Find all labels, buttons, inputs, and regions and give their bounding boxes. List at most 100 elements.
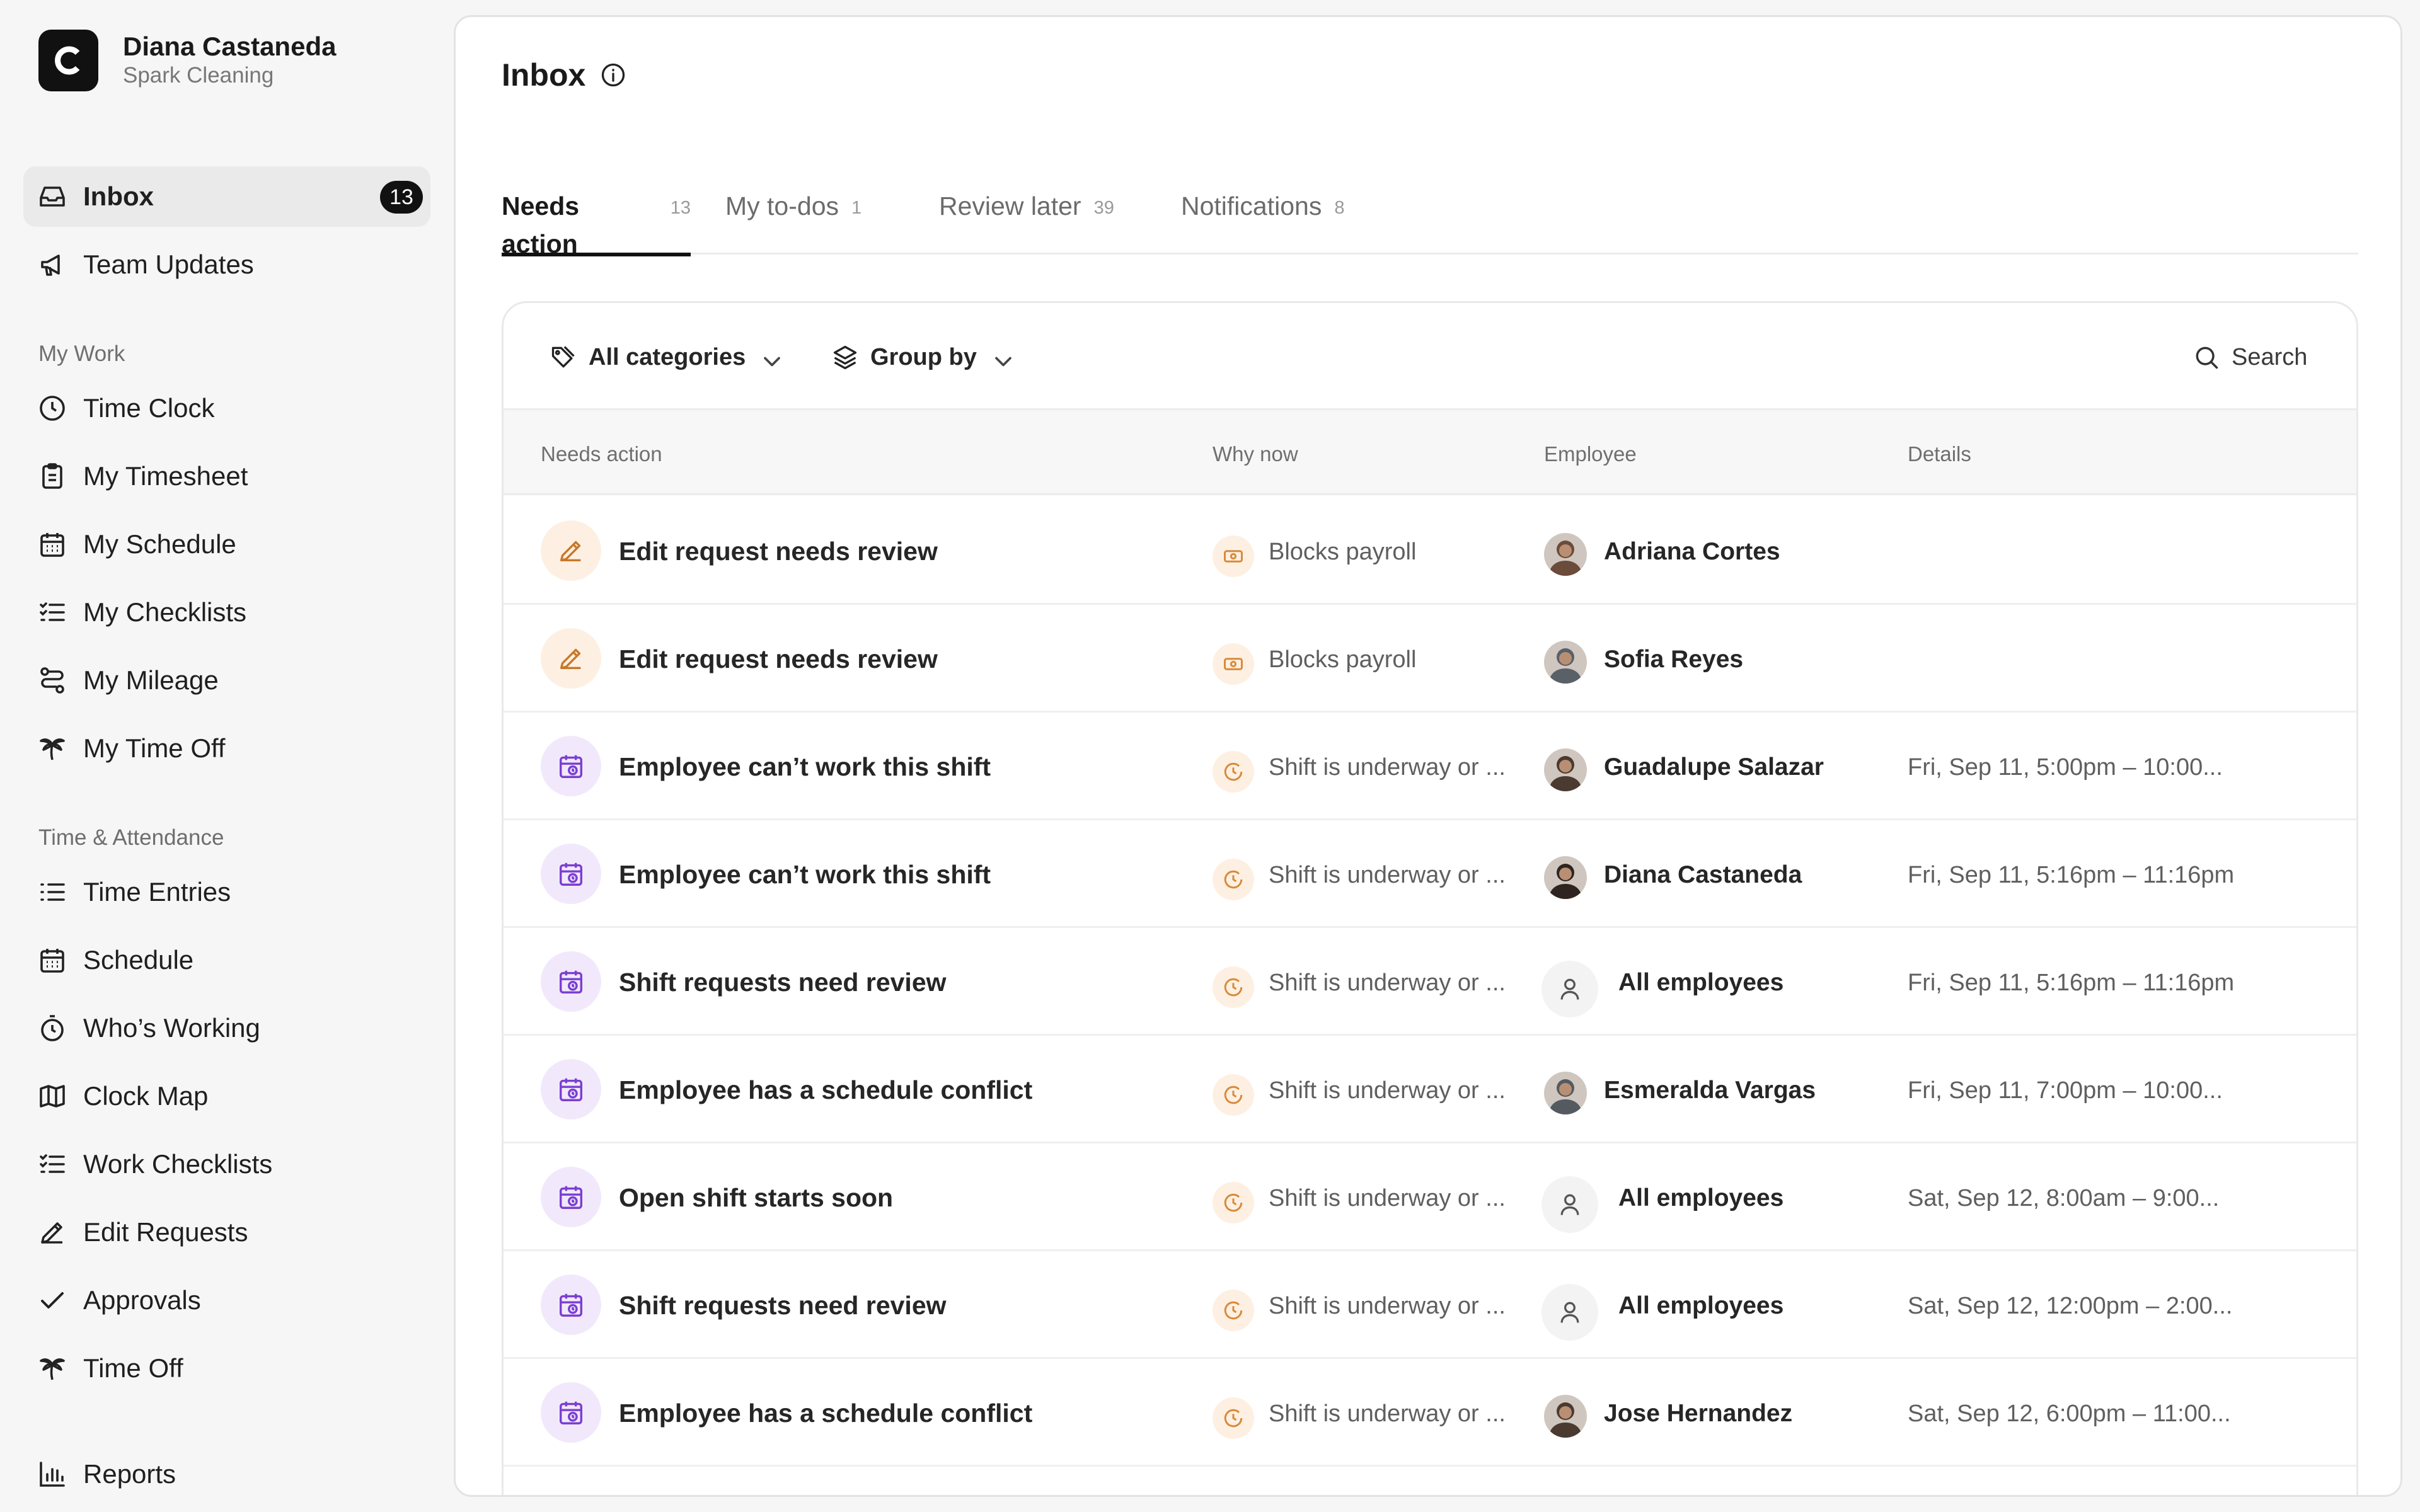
table-toolbar: All categories Group by Search [504,303,2356,410]
user-icon [1541,1284,1598,1341]
sidebar-item-approvals[interactable]: Approvals [23,1270,430,1331]
calendar-icon [37,945,67,975]
calendar-clock-icon [541,951,601,1012]
avatar [1544,533,1587,576]
tab-label: Needs action [502,192,580,258]
sidebar-item-work-checklists[interactable]: Work Checklists [23,1134,430,1194]
clock-icon [1213,751,1254,793]
avatar [1544,856,1587,899]
page-title: Inbox [502,57,586,93]
palm-tree-icon [37,733,67,764]
categories-filter-button[interactable]: All categories [550,338,781,376]
why-now-text: Shift is underway or ... [1269,970,1506,996]
employee-name: All employees [1618,1292,1784,1319]
route-icon [37,665,67,696]
group-by-button[interactable]: Group by [831,338,1011,376]
bar-chart-icon [37,1459,67,1489]
account-switcher[interactable]: Diana Castaneda Spark Cleaning [38,30,336,91]
money-icon [1213,643,1254,685]
checkmark-icon [37,1285,67,1315]
why-now-text: Shift is underway or ... [1269,1293,1506,1319]
clock-icon [1213,1290,1254,1331]
sidebar-item-team-updates[interactable]: Team Updates [23,234,430,295]
table-row[interactable]: Employee can’t work this shift Shift is u… [504,820,2356,928]
sidebar-item-label: My Mileage [83,665,219,695]
sidebar-item-label: Approvals [83,1285,201,1315]
table-row[interactable]: Employee has a schedule conflict Shift is… [504,1036,2356,1143]
main-panel: Inbox Needs action 13 My to-dos 1 Review… [454,15,2402,1497]
action-label: Open shift starts soon [619,1183,894,1212]
inbox-icon [37,181,67,212]
clock-icon [1213,1397,1254,1439]
table-row[interactable]: Edit request needs review Blocks payroll S… [504,605,2356,713]
sidebar-item-clock-map[interactable]: Clock Map [23,1066,430,1126]
sidebar-item-label: Clock Map [83,1081,209,1111]
tab-my-todos[interactable]: My to-dos 1 [725,187,861,255]
tab-needs-action[interactable]: Needs action 13 [502,187,691,258]
sidebar-item-whos-working[interactable]: Who’s Working [23,998,430,1058]
avatar [1544,641,1587,684]
sidebar-item-time-off[interactable]: Time Off [23,1338,430,1399]
tab-notifications[interactable]: Notifications 8 [1181,187,1344,255]
table-row[interactable]: Edit request needs review Blocks payroll A… [504,497,2356,605]
sidebar-item-reports[interactable]: Reports [23,1444,430,1504]
tab-count: 39 [1093,198,1114,218]
action-label: Employee can’t work this shift [619,752,991,781]
table-row[interactable]: Open shift starts soon Shift is underway … [504,1143,2356,1251]
tab-count: 8 [1334,198,1345,218]
clock-icon [1213,1074,1254,1116]
sidebar-item-my-schedule[interactable]: My Schedule [23,514,430,575]
table-row[interactable]: Employee can’t work this shift Shift is u… [504,713,2356,820]
tab-label: My to-dos [725,192,839,220]
employee-name: Adriana Cortes [1604,538,1780,565]
table-row[interactable]: Employee has a schedule conflict Shift is… [504,1359,2356,1467]
table-row[interactable]: Shift requests need review Shift is under… [504,1251,2356,1359]
employee-name: Guadalupe Salazar [1604,753,1824,781]
clock-icon [37,393,67,423]
details-text: Sat, Sep 12, 12:00pm – 2:00... [1908,1293,2233,1319]
table-header: Needs action Why now Employee Details [504,410,2356,495]
tab-review-later[interactable]: Review later 39 [939,187,1114,255]
pencil-icon [37,1217,67,1247]
sidebar-item-label: My Checklists [83,597,247,627]
layers-icon [831,343,859,371]
info-icon[interactable] [599,61,627,89]
sidebar-item-my-mileage[interactable]: My Mileage [23,650,430,711]
search-label: Search [2232,343,2308,370]
action-label: Employee has a schedule conflict [619,1399,1033,1428]
action-label: Shift requests need review [619,968,947,997]
why-now-text: Shift is underway or ... [1269,754,1506,781]
sidebar-item-my-timesheet[interactable]: My Timesheet [23,446,430,507]
why-now-text: Blocks payroll [1269,539,1417,565]
sidebar-item-label: Work Checklists [83,1149,273,1179]
sidebar-item-edit-requests[interactable]: Edit Requests [23,1202,430,1263]
column-header-details: Details [1908,442,1971,466]
table-row[interactable]: Shift requests need review Shift is under… [504,928,2356,1036]
sidebar-item-schedule[interactable]: Schedule [23,930,430,990]
checklist-icon [37,597,67,627]
sidebar-item-label: My Time Off [83,733,226,763]
action-label: Employee has a schedule conflict [619,1075,1033,1104]
company-name: Spark Cleaning [123,63,274,88]
sidebar-item-my-checklists[interactable]: My Checklists [23,582,430,643]
why-now-text: Shift is underway or ... [1269,1077,1506,1104]
chevron-down-icon [989,348,1011,367]
why-now-text: Shift is underway or ... [1269,1185,1506,1211]
sidebar-item-label: Time Entries [83,877,231,907]
action-label: Shift requests need review [619,1291,947,1320]
checklist-icon [37,1149,67,1179]
search-button[interactable]: Search [2192,338,2307,376]
sidebar-item-inbox[interactable]: Inbox 13 [23,166,430,227]
sidebar-item-my-time-off[interactable]: My Time Off [23,718,430,779]
tab-count: 1 [851,198,862,218]
company-logo [38,30,98,91]
map-icon [37,1081,67,1111]
employee-name: Jose Hernandez [1604,1400,1793,1427]
sidebar-item-time-clock[interactable]: Time Clock [23,378,430,438]
calendar-clock-icon [541,736,601,796]
why-now-text: Shift is underway or ... [1269,862,1506,888]
details-text: Fri, Sep 11, 5:16pm – 11:16pm [1908,970,2235,996]
calendar-clock-icon [541,1059,601,1120]
column-header-why: Why now [1213,442,1298,466]
sidebar-item-time-entries[interactable]: Time Entries [23,862,430,922]
